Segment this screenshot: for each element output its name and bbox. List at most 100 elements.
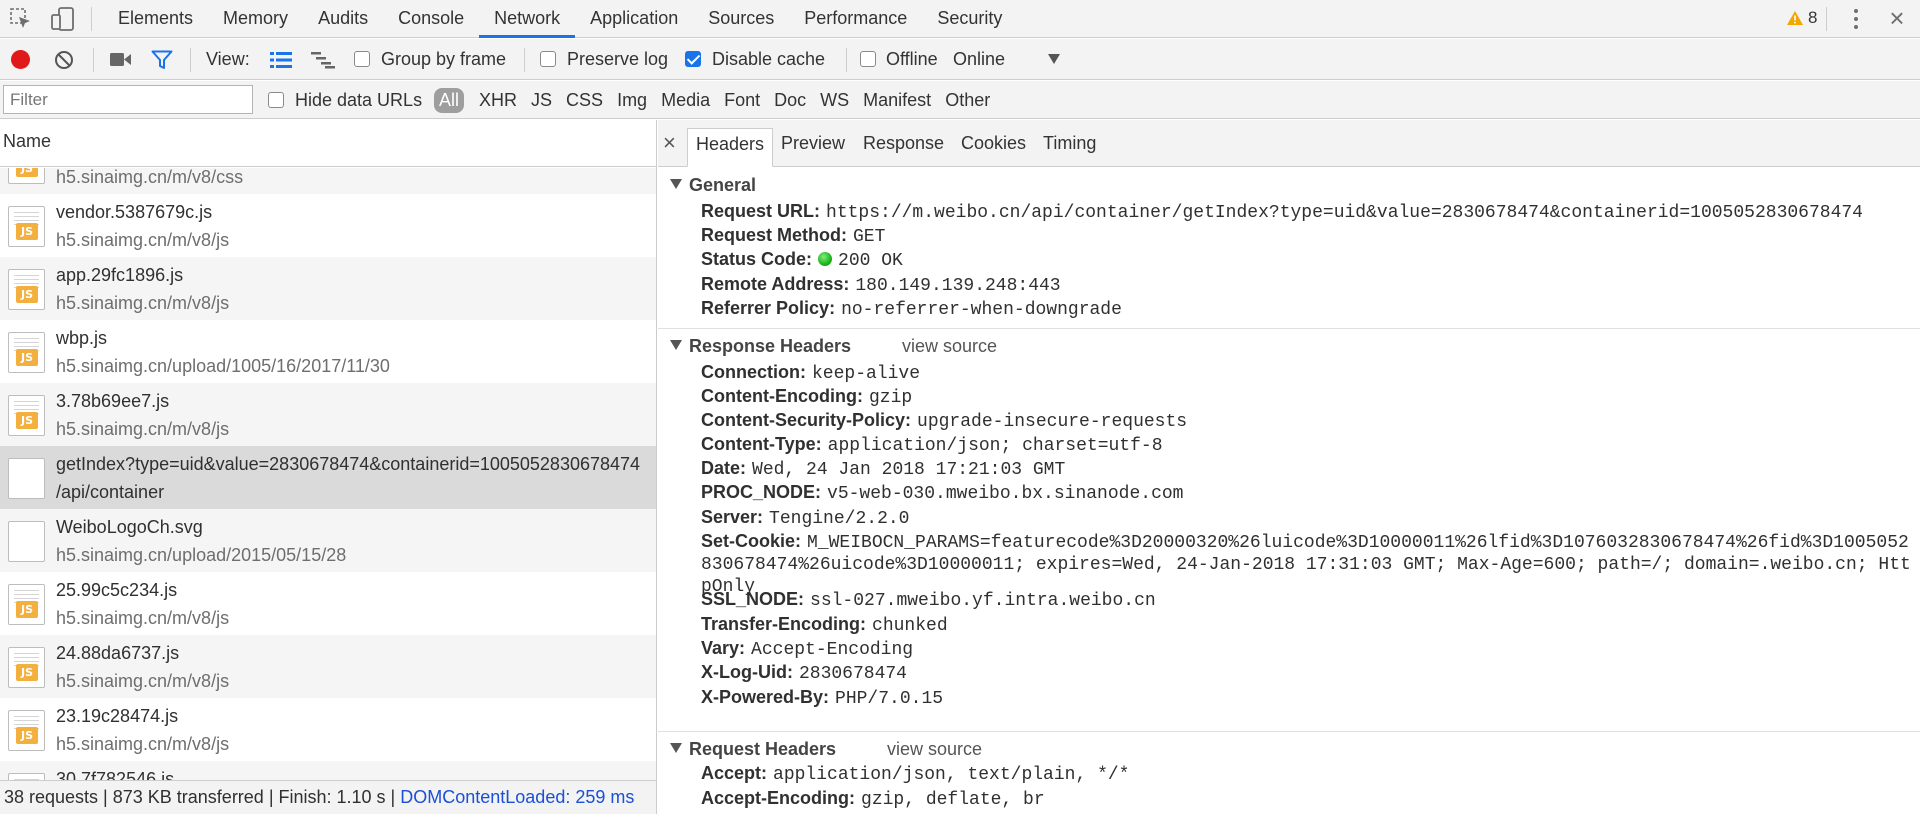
- tab-security[interactable]: Security: [922, 0, 1017, 38]
- request-rows: JS h5.sinaimg.cn/m/v8/css JS vendor.5387679…: [0, 168, 656, 780]
- group-by-frame-checkbox[interactable]: [354, 51, 370, 67]
- divider: [524, 48, 525, 72]
- filter-font[interactable]: Font: [717, 90, 767, 111]
- close-details-icon[interactable]: ×: [663, 130, 676, 156]
- large-rows-icon[interactable]: [270, 51, 292, 69]
- request-header-row: Accept-Encoding: gzip, deflate, br: [701, 788, 1045, 810]
- response-header-row: SSL_NODE: ssl-027.mweibo.yf.intra.weibo.c…: [701, 589, 1156, 611]
- filter-ws[interactable]: WS: [813, 90, 856, 111]
- group-by-frame-label: Group by frame: [381, 49, 507, 69]
- request-row[interactable]: JS vendor.5387679c.js h5.sinaimg.cn/m/v8/j…: [0, 194, 656, 257]
- filter-bar: Hide data URLs All XHR JS CSS Img Media …: [0, 81, 1920, 119]
- device-toolbar-icon[interactable]: [50, 6, 76, 32]
- filter-other[interactable]: Other: [938, 90, 997, 111]
- inspect-element-icon[interactable]: [8, 6, 34, 32]
- status-code-row: Status Code: 200 OK: [701, 249, 903, 271]
- name-column-label: Name: [3, 131, 52, 151]
- request-row[interactable]: JS 23.19c28474.js h5.sinaimg.cn/m/v8/js: [0, 698, 656, 761]
- tab-application[interactable]: Application: [575, 0, 693, 38]
- tab-elements[interactable]: Elements: [103, 0, 208, 38]
- filter-js[interactable]: JS: [524, 90, 559, 111]
- tab-memory[interactable]: Memory: [208, 0, 303, 38]
- preserve-log-checkbox[interactable]: [540, 51, 556, 67]
- waterfall-overview-icon[interactable]: [311, 51, 335, 69]
- request-row[interactable]: JS 30.7f782546.js: [0, 761, 656, 780]
- tab-performance[interactable]: Performance: [789, 0, 922, 38]
- more-options-icon[interactable]: [1846, 6, 1866, 32]
- capture-screenshots-icon[interactable]: [110, 52, 132, 67]
- preserve-log-label: Preserve log: [567, 49, 669, 69]
- hide-data-urls-checkbox[interactable]: [268, 92, 284, 108]
- record-icon[interactable]: [11, 50, 30, 69]
- remote-address-row: Remote Address: 180.149.139.248:443: [701, 274, 1061, 296]
- expand-triangle-icon: [670, 179, 682, 189]
- js-file-icon: JS: [8, 168, 45, 184]
- filter-all[interactable]: All: [434, 87, 465, 113]
- details-tab-bar: × Headers Preview Response Cookies Timin…: [658, 120, 1920, 167]
- hide-data-urls-label: Hide data URLs: [295, 90, 423, 110]
- request-headers-header[interactable]: Request Headers view source: [658, 737, 1920, 761]
- filter-input[interactable]: [3, 85, 253, 114]
- js-file-icon: JS: [8, 647, 45, 688]
- filter-img[interactable]: Img: [610, 90, 654, 111]
- document-file-icon: [8, 521, 45, 562]
- request-url-row: Request URL: https://m.weibo.cn/api/conta…: [701, 201, 1863, 223]
- response-view-source-link[interactable]: view source: [902, 336, 997, 357]
- request-name: vendor.5387679c.js: [56, 202, 213, 222]
- js-file-icon: JS: [8, 332, 45, 373]
- response-headers-header[interactable]: Response Headers view source: [658, 334, 1920, 358]
- tab-console[interactable]: Console: [383, 0, 479, 38]
- request-header-row: Accept: application/json, text/plain, */*: [701, 763, 1130, 785]
- request-name: getIndex?type=uid&value=2830678474&conta…: [56, 454, 641, 474]
- panel-tabs: Elements Memory Audits Console Network A…: [103, 0, 1017, 38]
- response-header-row: Transfer-Encoding: chunked: [701, 614, 948, 636]
- throttling-select[interactable]: Online: [953, 49, 1005, 70]
- request-name: 24.88da6737.js: [56, 643, 180, 663]
- request-row[interactable]: JS h5.sinaimg.cn/m/v8/css: [0, 168, 656, 194]
- tab-headers[interactable]: Headers: [687, 128, 774, 167]
- disable-cache-checkbox[interactable]: [685, 51, 701, 67]
- referrer-policy-row: Referrer Policy: no-referrer-when-downgra…: [701, 298, 1122, 320]
- filter-doc[interactable]: Doc: [767, 90, 813, 111]
- request-row[interactable]: JS app.29fc1896.js h5.sinaimg.cn/m/v8/js: [0, 257, 656, 320]
- response-header-row: X-Log-Uid: 2830678474: [701, 662, 907, 684]
- divider: [93, 48, 94, 72]
- filter-xhr[interactable]: XHR: [472, 90, 524, 111]
- request-row[interactable]: getIndex?type=uid&value=2830678474&conta…: [0, 446, 656, 509]
- request-view-source-link[interactable]: view source: [887, 739, 982, 760]
- filter-media[interactable]: Media: [654, 90, 717, 111]
- request-row[interactable]: JS 25.99c5c234.js h5.sinaimg.cn/m/v8/js: [0, 572, 656, 635]
- general-section-header[interactable]: General: [658, 173, 1920, 197]
- close-devtools-icon[interactable]: ×: [1884, 5, 1910, 32]
- tab-cookies[interactable]: Cookies: [953, 128, 1034, 167]
- filter-manifest[interactable]: Manifest: [856, 90, 938, 111]
- tab-response[interactable]: Response: [855, 128, 952, 167]
- request-row[interactable]: JS 24.88da6737.js h5.sinaimg.cn/m/v8/js: [0, 635, 656, 698]
- dom-content-loaded-text: DOMContentLoaded: 259 ms: [400, 787, 635, 807]
- js-file-icon: JS: [8, 710, 45, 751]
- offline-label: Offline: [886, 49, 938, 69]
- request-row[interactable]: JS wbp.js h5.sinaimg.cn/upload/1005/16/201…: [0, 320, 656, 383]
- section-divider: [658, 328, 1920, 329]
- request-path: h5.sinaimg.cn/m/v8/js: [56, 671, 230, 691]
- chevron-down-icon[interactable]: [1048, 54, 1060, 64]
- filter-css[interactable]: CSS: [559, 90, 610, 111]
- request-name: app.29fc1896.js: [56, 265, 184, 285]
- tab-audits[interactable]: Audits: [303, 0, 383, 38]
- tab-sources[interactable]: Sources: [693, 0, 789, 38]
- tab-network[interactable]: Network: [479, 0, 576, 38]
- filter-icon[interactable]: [151, 50, 173, 70]
- name-column-header[interactable]: Name: [0, 120, 656, 167]
- clear-icon[interactable]: [54, 50, 74, 70]
- tab-preview[interactable]: Preview: [773, 128, 853, 167]
- request-path: h5.sinaimg.cn/m/v8/js: [56, 608, 230, 628]
- request-path: /api/container: [56, 482, 165, 502]
- offline-checkbox[interactable]: [860, 51, 876, 67]
- request-name: 3.78b69ee7.js: [56, 391, 170, 411]
- general-section: General: [658, 173, 1920, 197]
- warnings-counter[interactable]: 8: [1786, 8, 1817, 28]
- expand-triangle-icon: [670, 340, 682, 350]
- request-row[interactable]: WeiboLogoCh.svg h5.sinaimg.cn/upload/2015…: [0, 509, 656, 572]
- request-row[interactable]: JS 3.78b69ee7.js h5.sinaimg.cn/m/v8/js: [0, 383, 656, 446]
- tab-timing[interactable]: Timing: [1035, 128, 1104, 167]
